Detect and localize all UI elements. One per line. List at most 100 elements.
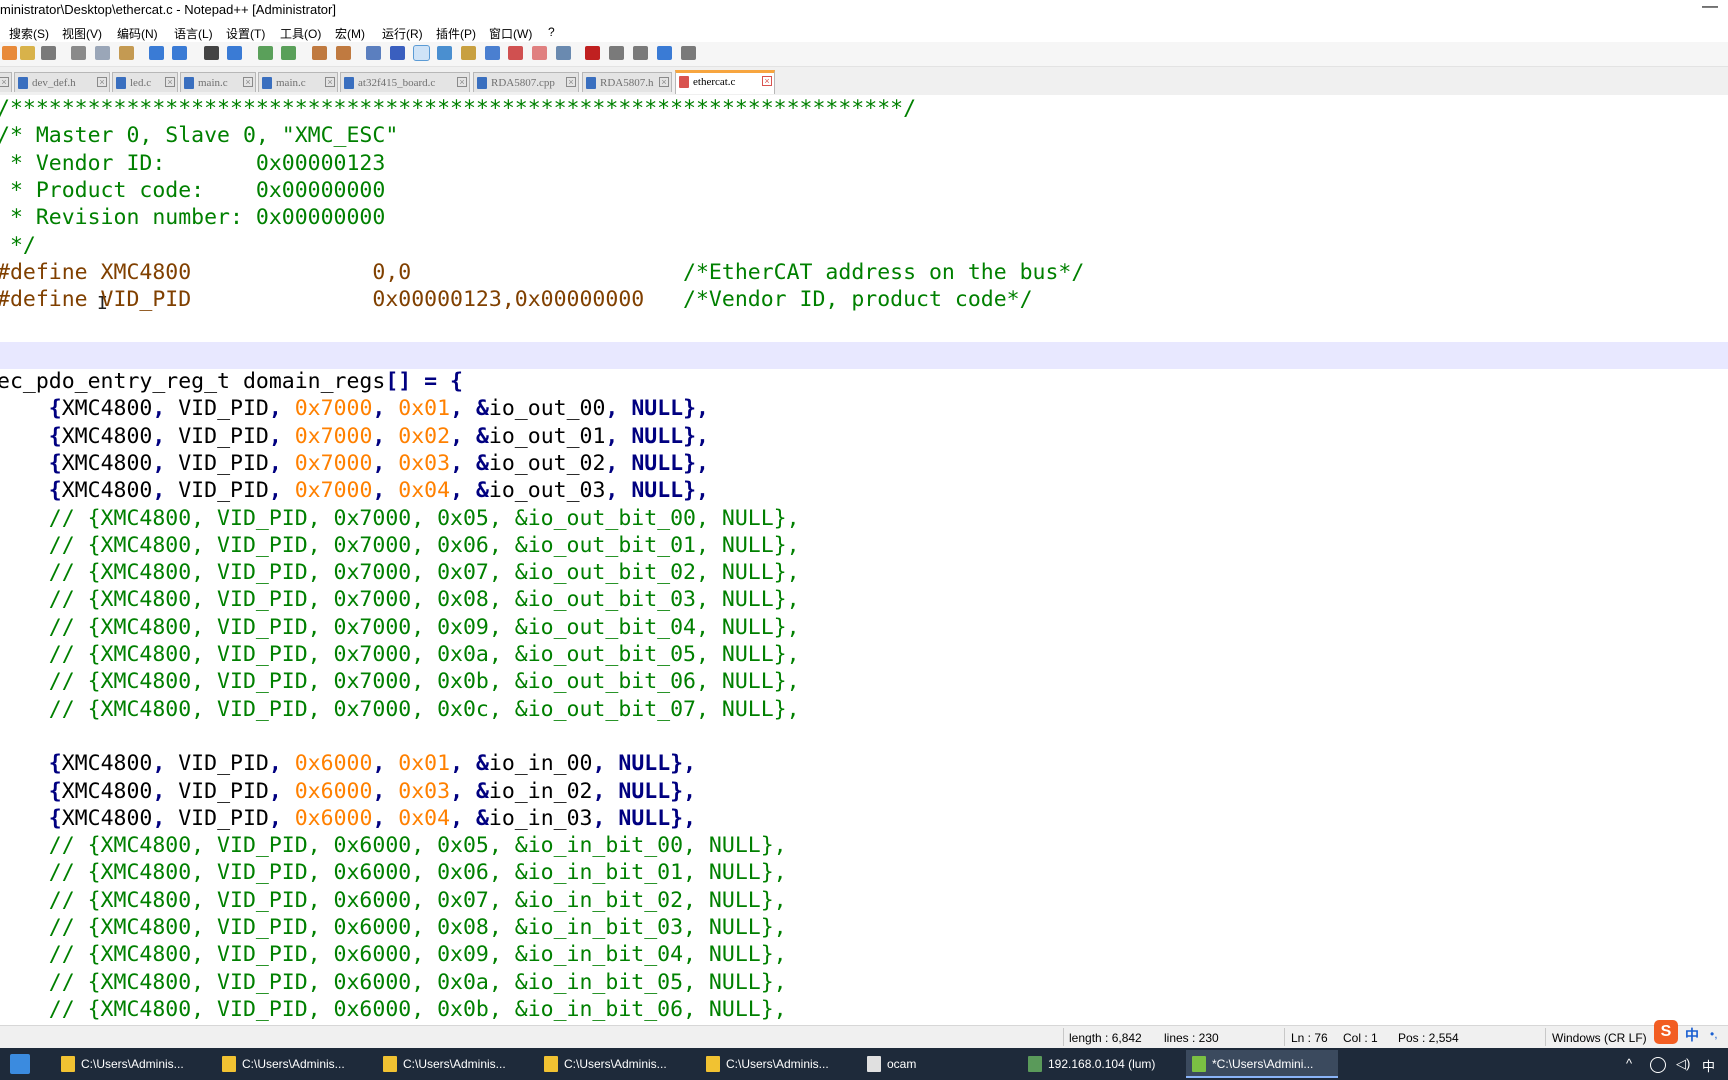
zoom-in-icon[interactable] (258, 46, 273, 60)
code-line[interactable]: {XMC4800, VID_PID, 0x6000, 0x04, &io_in_… (0, 805, 696, 832)
status-eol[interactable]: Windows (CR LF) (1552, 1031, 1647, 1045)
menu-language[interactable]: 语言(L) (174, 25, 213, 42)
code-line[interactable]: // {XMC4800, VID_PID, 0x7000, 0x06, &io_… (0, 532, 800, 559)
ime-punctuation-indicator[interactable]: •, (1710, 1027, 1718, 1041)
taskbar-item-remote-desktop[interactable]: 192.168.0.104 (lum) (1022, 1050, 1182, 1078)
close-icon[interactable]: × (0, 77, 9, 87)
code-line[interactable]: // {XMC4800, VID_PID, 0x7000, 0x08, &io_… (0, 586, 800, 613)
code-line[interactable]: // {XMC4800, VID_PID, 0x6000, 0x09, &io_… (0, 941, 787, 968)
show-all-chars-icon[interactable] (390, 46, 405, 60)
menu-encoding[interactable]: 编码(N) (117, 25, 158, 42)
start-menu-icon[interactable] (10, 1054, 30, 1074)
tab-at32f415-board-c[interactable]: at32f415_board.c × (340, 72, 470, 92)
code-line[interactable]: // {XMC4800, VID_PID, 0x6000, 0x05, &io_… (0, 832, 787, 859)
close-icon[interactable]: × (566, 77, 576, 87)
code-line[interactable]: {XMC4800, VID_PID, 0x7000, 0x01, &io_out… (0, 395, 709, 422)
code-line[interactable]: #define XMC4800 0,0 /*EtherCAT address o… (0, 259, 1084, 286)
tab-led-c[interactable]: led.c × (112, 72, 178, 92)
code-line[interactable]: {XMC4800, VID_PID, 0x6000, 0x01, &io_in_… (0, 750, 696, 777)
menu-run[interactable]: 运行(R) (382, 25, 423, 42)
code-line[interactable]: {XMC4800, VID_PID, 0x7000, 0x03, &io_out… (0, 450, 709, 477)
cut-icon[interactable] (71, 46, 86, 60)
code-line[interactable]: // {XMC4800, VID_PID, 0x7000, 0x0c, &io_… (0, 696, 800, 723)
tray-ime-indicator[interactable]: 中 (1702, 1056, 1715, 1075)
tab-overflow[interactable]: × (0, 72, 12, 92)
macro-list-icon[interactable] (657, 46, 672, 60)
redo-icon[interactable] (172, 46, 187, 60)
extra-tool-icon[interactable] (681, 46, 696, 60)
code-line[interactable]: // {XMC4800, VID_PID, 0x6000, 0x06, &io_… (0, 859, 787, 886)
taskbar-item-folder-5[interactable]: C:\Users\Adminis... (700, 1050, 850, 1078)
record-macro-icon[interactable] (532, 46, 547, 60)
taskbar-item-folder-2[interactable]: C:\Users\Adminis... (216, 1050, 366, 1078)
tab-rda5807-cpp[interactable]: RDA5807.cpp × (473, 72, 579, 92)
zoom-out-icon[interactable] (281, 46, 296, 60)
doc-map-icon[interactable] (437, 46, 452, 60)
code-line[interactable]: * Vendor ID: 0x00000123 (0, 150, 385, 177)
find-icon[interactable] (204, 46, 219, 60)
code-line[interactable]: // {XMC4800, VID_PID, 0x7000, 0x0a, &io_… (0, 641, 800, 668)
volume-icon[interactable]: ◁) (1676, 1056, 1690, 1072)
menu-view[interactable]: 视图(V) (62, 25, 102, 42)
taskbar-item-notepadpp[interactable]: *C:\Users\Admini... (1186, 1050, 1338, 1078)
replace-icon[interactable] (227, 46, 242, 60)
undo-icon[interactable] (149, 46, 164, 60)
code-line[interactable]: */ (0, 232, 36, 259)
code-line[interactable]: // {XMC4800, VID_PID, 0x6000, 0x07, &io_… (0, 887, 787, 914)
code-line[interactable]: {XMC4800, VID_PID, 0x7000, 0x02, &io_out… (0, 423, 709, 450)
function-list-icon[interactable] (461, 46, 476, 60)
code-line[interactable]: // {XMC4800, VID_PID, 0x6000, 0x0b, &io_… (0, 996, 787, 1023)
tray-chevron-icon[interactable]: ^ (1626, 1056, 1632, 1071)
save-macro-icon[interactable] (633, 46, 648, 60)
close-icon[interactable]: × (457, 77, 467, 87)
run-macro-multiple-icon[interactable] (609, 46, 624, 60)
new-file-icon[interactable] (2, 46, 17, 60)
code-line[interactable]: // {XMC4800, VID_PID, 0x7000, 0x09, &io_… (0, 614, 800, 641)
taskbar-item-folder-4[interactable]: C:\Users\Adminis... (538, 1050, 688, 1078)
sync-v-icon[interactable] (312, 46, 327, 60)
menu-help[interactable]: ? (548, 25, 555, 39)
copy-icon[interactable] (95, 46, 110, 60)
code-line[interactable]: ec_pdo_entry_reg_t domain_regs[] = { (0, 368, 463, 395)
sync-h-icon[interactable] (336, 46, 351, 60)
menu-window[interactable]: 窗口(W) (489, 25, 532, 42)
taskbar-item-folder-1[interactable]: C:\Users\Adminis... (55, 1050, 205, 1078)
tab-rda5807-h[interactable]: RDA5807.h × (582, 72, 672, 92)
code-line[interactable]: // {XMC4800, VID_PID, 0x6000, 0x0a, &io_… (0, 969, 787, 996)
close-icon[interactable]: × (762, 76, 772, 86)
code-line[interactable]: // {XMC4800, VID_PID, 0x7000, 0x0b, &io_… (0, 668, 800, 695)
tab-dev-def-h[interactable]: dev_def.h × (14, 72, 110, 92)
minimize-button[interactable]: — (1702, 0, 1718, 16)
paste-icon[interactable] (119, 46, 134, 60)
close-icon[interactable]: × (659, 77, 669, 87)
tab-main-c-1[interactable]: main.c × (180, 72, 256, 92)
indent-guide-icon[interactable] (413, 45, 430, 61)
code-line[interactable]: * Product code: 0x00000000 (0, 177, 385, 204)
menu-macro[interactable]: 宏(M) (335, 25, 365, 42)
menu-plugins[interactable]: 插件(P) (436, 25, 476, 42)
word-wrap-icon[interactable] (366, 46, 381, 60)
code-line[interactable]: /***************************************… (0, 95, 916, 122)
code-line[interactable]: // {XMC4800, VID_PID, 0x6000, 0x08, &io_… (0, 914, 787, 941)
play-macro-icon[interactable] (585, 46, 600, 60)
folder-workspace-icon[interactable] (485, 46, 500, 60)
code-editor[interactable]: I /*************************************… (0, 95, 1728, 1025)
print-icon[interactable] (41, 46, 56, 60)
taskbar-item-folder-3[interactable]: C:\Users\Adminis... (377, 1050, 527, 1078)
code-line[interactable]: // {XMC4800, VID_PID, 0x7000, 0x05, &io_… (0, 505, 800, 532)
menu-search[interactable]: 搜索(S) (9, 25, 49, 42)
menu-settings[interactable]: 设置(T) (226, 25, 265, 42)
network-icon[interactable] (1650, 1057, 1666, 1073)
code-line[interactable]: * Revision number: 0x00000000 (0, 204, 385, 231)
code-line[interactable]: {XMC4800, VID_PID, 0x6000, 0x03, &io_in_… (0, 778, 696, 805)
code-line[interactable]: {XMC4800, VID_PID, 0x7000, 0x04, &io_out… (0, 477, 709, 504)
code-line[interactable]: // {XMC4800, VID_PID, 0x7000, 0x07, &io_… (0, 559, 800, 586)
close-icon[interactable]: × (243, 77, 253, 87)
open-file-icon[interactable] (20, 46, 35, 60)
code-line[interactable]: /* Master 0, Slave 0, "XMC_ESC" (0, 122, 398, 149)
sogou-ime-icon[interactable]: S (1654, 1020, 1678, 1044)
menu-tools[interactable]: 工具(O) (280, 25, 321, 42)
tab-ethercat-c[interactable]: ethercat.c × (675, 70, 775, 94)
close-icon[interactable]: × (325, 77, 335, 87)
monitoring-icon[interactable] (508, 46, 523, 60)
